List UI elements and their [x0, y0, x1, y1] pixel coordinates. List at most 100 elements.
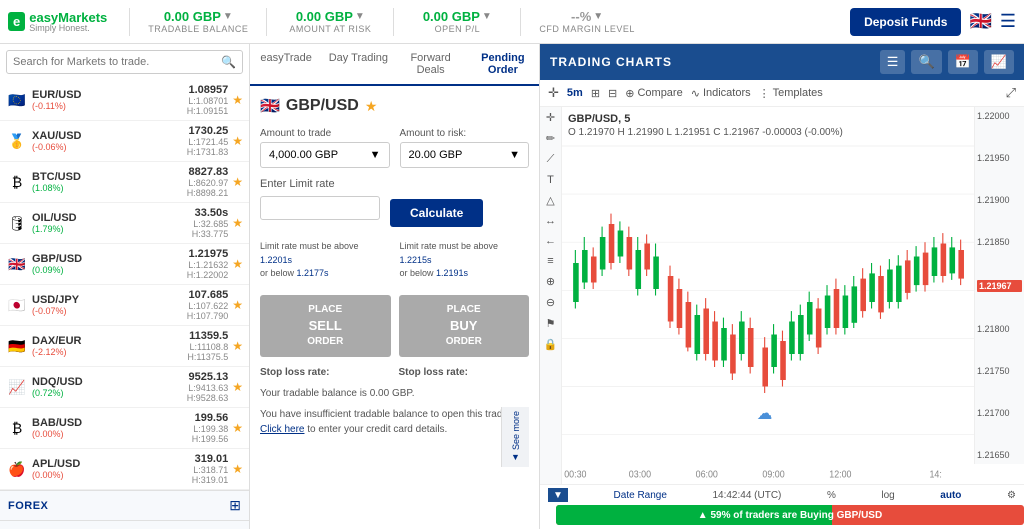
asset-item-apl-usd[interactable]: 🍎 APL/USD (0.00%) 319.01 L:318.71 H:319.…	[0, 449, 249, 490]
asset-item-usd-jpy[interactable]: 🇯🇵 USD/JPY (-0.07%) 107.685 L:107.622 H:…	[0, 285, 249, 326]
stop-loss-buy: Stop loss rate:	[399, 367, 530, 378]
asset-flag: 🇪🇺	[6, 93, 28, 107]
click-here-link[interactable]: Click here	[260, 424, 304, 435]
chart-auto[interactable]: auto	[940, 490, 961, 501]
asset-star[interactable]: ★	[232, 421, 243, 435]
place-sell-order-button[interactable]: PLACE SELL ORDER	[260, 295, 391, 357]
chart-log[interactable]: log	[881, 490, 894, 501]
asset-price-low: L:1.08701	[188, 96, 228, 106]
lock-tool[interactable]: 🔒	[544, 338, 558, 351]
pnl-arrow[interactable]: ▼	[482, 11, 492, 22]
chart-area: TRADING CHARTS ☰ 🔍 📅 📈 ✛ 5m ⊞ ⊟ ⊕ Compar…	[540, 44, 1024, 529]
pair-header: 🇬🇧 GBP/USD ★	[260, 96, 529, 116]
asset-item-eur-usd[interactable]: 🇪🇺 EUR/USD (-0.11%) 1.08957 L:1.08701 H:…	[0, 80, 249, 121]
asset-star[interactable]: ★	[232, 380, 243, 394]
measure-tool[interactable]: ↔	[545, 215, 556, 227]
lines-tool[interactable]: ≡	[547, 255, 553, 267]
margin-arrow[interactable]: ▼	[593, 11, 603, 22]
amount-select[interactable]: 4,000.00 GBP ▼	[260, 142, 390, 168]
pair-star[interactable]: ★	[365, 98, 378, 115]
asset-star[interactable]: ★	[232, 134, 243, 148]
asset-item-gbp-usd[interactable]: 🇬🇧 GBP/USD (0.09%) 1.21975 L:1.21632 H:1…	[0, 244, 249, 285]
risk-select[interactable]: 20.00 GBP ▼	[400, 142, 530, 168]
price-2: 1.21950	[977, 153, 1022, 163]
price-6: 1.21750	[977, 366, 1022, 376]
search-input[interactable]	[13, 56, 221, 68]
chart-icon-calendar[interactable]: 📅	[948, 50, 978, 74]
tab-day-trading[interactable]: Day Trading	[322, 44, 394, 86]
see-more-button[interactable]: See more ▼	[501, 407, 529, 467]
asset-star[interactable]: ★	[232, 462, 243, 476]
language-flag[interactable]: 🇬🇧	[969, 11, 991, 32]
menu-icon[interactable]: ☰	[1000, 11, 1016, 32]
candle-icon[interactable]: ⊞	[591, 87, 600, 100]
pencil-tool[interactable]: ✏	[546, 132, 555, 145]
asset-change: (-0.06%)	[32, 142, 187, 152]
place-buy-order-button[interactable]: PLACE BUY ORDER	[399, 295, 530, 357]
tab-pending-order[interactable]: Pending Order	[467, 44, 539, 86]
chart-icon-table[interactable]: ☰	[880, 50, 906, 74]
asset-item-oil-usd[interactable]: 🛢 OIL/USD (1.79%) 33.50s L:32.685 H:33.7…	[0, 203, 249, 244]
flag-tool[interactable]: ⚑	[546, 317, 556, 330]
asset-price-main: 11359.5	[189, 330, 228, 342]
asset-star[interactable]: ★	[232, 175, 243, 189]
trend-tool[interactable]: ⟋	[547, 153, 555, 166]
chart-collapse-button[interactable]: ▼	[548, 488, 568, 502]
asset-flag: 🥇	[6, 134, 28, 148]
compare-button[interactable]: ⊕ Compare	[625, 87, 682, 100]
date-range-label[interactable]: Date Range	[614, 490, 667, 501]
price-5: 1.21800	[977, 324, 1022, 334]
section-label: FOREX	[8, 500, 48, 512]
asset-item-dax-eur[interactable]: 🇩🇪 DAX/EUR (-2.12%) 11359.5 L:11108.8 H:…	[0, 326, 249, 367]
sidebar-section-forex[interactable]: FOREX ⊞	[0, 490, 249, 520]
risk-arrow[interactable]: ▼	[355, 11, 365, 22]
chart-icon-line[interactable]: 📈	[984, 50, 1014, 74]
asset-star[interactable]: ★	[232, 216, 243, 230]
limit-rate-input[interactable]	[260, 196, 380, 220]
search-box[interactable]: 🔍	[6, 50, 243, 74]
limit-info-sell: Limit rate must be above 1.2201sor below…	[260, 240, 390, 281]
search-icon: 🔍	[221, 55, 236, 69]
asset-item-btc-usd[interactable]: ₿ BTC/USD (1.08%) 8827.83 L:8620.97 H:88…	[0, 162, 249, 203]
crosshair-tool[interactable]: ✛	[546, 111, 555, 124]
asset-item-bab-usd[interactable]: ₿ BAB/USD (0.00%) 199.56 L:199.38 H:199.…	[0, 408, 249, 449]
asset-price-high: H:8898.21	[187, 188, 229, 198]
zoom-in-tool[interactable]: ⊕	[546, 275, 555, 288]
asset-star[interactable]: ★	[232, 339, 243, 353]
shapes-tool[interactable]: △	[546, 194, 554, 207]
chart-pct[interactable]: %	[827, 490, 836, 501]
chart-icon-search[interactable]: 🔍	[911, 50, 941, 74]
tab-forward-deals[interactable]: Forward Deals	[395, 44, 467, 86]
asset-item-xau-usd[interactable]: 🥇 XAU/USD (-0.06%) 1730.25 L:1721.45 H:1…	[0, 121, 249, 162]
asset-price-high: H:107.790	[187, 311, 229, 321]
asset-star[interactable]: ★	[232, 257, 243, 271]
expand-icon[interactable]: ⤢	[1006, 85, 1016, 101]
stat-group-3: 0.00 GBP ▼	[423, 9, 492, 24]
asset-name: XAU/USD	[32, 130, 187, 142]
tradable-arrow[interactable]: ▼	[223, 11, 233, 22]
asset-price-low: L:318.71	[193, 465, 228, 475]
candle-icon2[interactable]: ⊟	[608, 87, 617, 100]
indicators-button[interactable]: ∿ Indicators	[691, 87, 751, 100]
deposit-button[interactable]: Deposit Funds	[850, 8, 961, 36]
back-tool[interactable]: ←	[545, 235, 556, 247]
zoom-out-tool[interactable]: ⊖	[546, 296, 555, 309]
chart-settings-icon[interactable]: ⚙	[1007, 490, 1016, 501]
timeframe-button[interactable]: 5m	[567, 87, 583, 99]
amount-at-risk-label: AMOUNT AT RISK	[289, 24, 371, 34]
order-buttons: PLACE SELL ORDER PLACE BUY ORDER	[260, 295, 529, 357]
asset-item-ndq-usd[interactable]: 📈 NDQ/USD (0.72%) 9525.13 L:9413.63 H:95…	[0, 367, 249, 408]
crosshair-icon[interactable]: ✛	[548, 85, 559, 101]
calculate-button[interactable]: Calculate	[390, 199, 483, 227]
asset-star[interactable]: ★	[232, 298, 243, 312]
asset-price-main: 8827.83	[188, 166, 228, 178]
sidebar-section-shares[interactable]: SHARES ⊞	[0, 520, 249, 529]
chart-title: TRADING CHARTS	[550, 55, 672, 69]
asset-list: 🇪🇺 EUR/USD (-0.11%) 1.08957 L:1.08701 H:…	[0, 80, 249, 490]
tab-easytrade[interactable]: easyTrade	[250, 44, 322, 86]
templates-button[interactable]: ⋮ Templates	[759, 87, 823, 100]
stop-loss-row: Stop loss rate: Stop loss rate:	[260, 367, 529, 378]
asset-star[interactable]: ★	[232, 93, 243, 107]
text-tool[interactable]: T	[547, 174, 554, 186]
buy-line1: PLACE	[407, 303, 522, 317]
